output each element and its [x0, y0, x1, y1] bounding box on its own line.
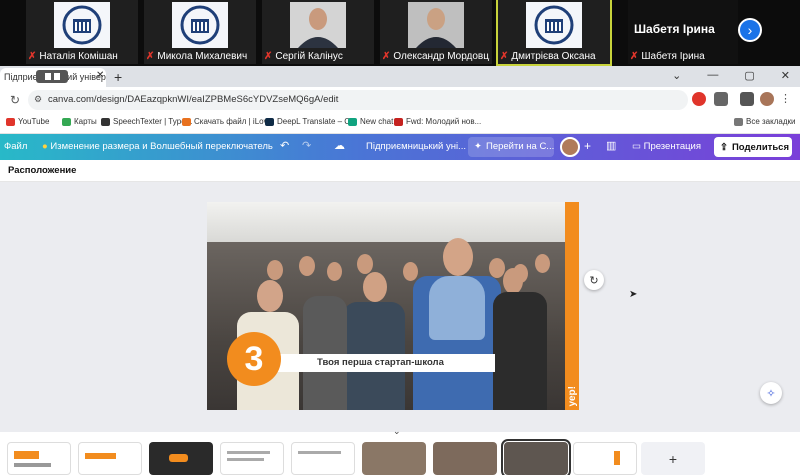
page-thumbnail[interactable] — [7, 442, 71, 475]
sparkle-icon: ✦ — [474, 141, 482, 152]
participant-name: ✗ Олександр Мордовц... — [382, 51, 490, 62]
slide-photo-ceiling — [207, 202, 565, 242]
address-bar: ↻ ⚙ canva.com/design/DAEazqpknWI/eaIZPBM… — [0, 87, 800, 113]
chevron-down-icon[interactable]: ⌄ — [393, 426, 401, 437]
mic-off-icon: ✗ — [28, 51, 37, 62]
participant-tile-no-video[interactable]: Шабетя Ірина ✗ Шабетя Ірина — [628, 0, 738, 64]
participant-display-name: Шабетя Ірина — [634, 22, 715, 36]
site-info-icon[interactable]: ⚙ — [34, 94, 42, 105]
file-menu[interactable]: Файл — [4, 141, 27, 152]
participant-tile-active[interactable]: ✗ Дмитрієва Оксана — [496, 0, 612, 66]
participant-tile[interactable]: ✗ Олександр Мордовц... — [380, 0, 492, 64]
participant-tile[interactable]: ✗ Микола Михалевич — [144, 0, 256, 64]
participant-name: ✗ Сергій Калінус — [264, 51, 343, 62]
mic-off-icon: ✗ — [382, 51, 391, 62]
participant-name: ✗ Шабетя Ірина — [630, 51, 705, 62]
collaborator-avatar[interactable] — [560, 137, 580, 157]
participant-video — [290, 2, 346, 48]
page-thumbnails: ⌄ + — [0, 426, 800, 475]
browser-window: Підприємницький університет ✕ + ⌄ — ▢ ✕ … — [0, 66, 800, 475]
bookmark-gmail[interactable]: Fwd: Молодий нов... — [394, 117, 481, 126]
tab-bar: Підприємницький університет ✕ + ⌄ — ▢ ✕ — [0, 66, 800, 87]
minimize-icon[interactable]: — — [707, 69, 718, 82]
university-logo — [54, 2, 110, 48]
analytics-icon[interactable]: ▥ — [606, 139, 616, 152]
go-to-button[interactable]: ✦ Перейти на С... — [468, 137, 554, 157]
mic-off-icon: ✗ — [264, 51, 273, 62]
page-thumbnail-selected[interactable] — [501, 439, 571, 475]
screen: ✗ Наталія Комішан ✗ Микола Михалевич ✗ Серг… — [0, 0, 800, 475]
canvas-area: уер! Твоя перша стартап-школа 3 ↻ ➤ ✧ — [0, 182, 800, 432]
present-button[interactable]: ▭ Презентация — [632, 141, 701, 152]
cloud-sync-icon: ☁ — [334, 140, 345, 152]
share-button[interactable]: ⇪ Поделиться — [714, 137, 792, 157]
url-field[interactable]: ⚙ canva.com/design/DAEazqpknWI/eaIZPBMeS… — [28, 90, 702, 110]
participant-name: ✗ Дмитрієва Оксана — [500, 51, 596, 62]
bookmark-maps[interactable]: Карты — [62, 117, 97, 126]
close-icon[interactable]: ✕ — [96, 70, 104, 81]
bookmark-ilovepdf[interactable]: Скачать файл | iLov... — [182, 117, 274, 126]
university-logo — [172, 2, 228, 48]
page-thumbnail[interactable] — [149, 442, 213, 475]
page-thumbnail[interactable] — [291, 442, 355, 475]
participant-tile[interactable]: ✗ Сергій Калінус — [262, 0, 374, 64]
mic-off-icon: ✗ — [630, 51, 639, 62]
university-logo — [526, 2, 582, 48]
maximize-icon[interactable]: ▢ — [744, 69, 754, 82]
mic-off-icon: ✗ — [146, 51, 155, 62]
undo-icon[interactable]: ↶ — [280, 139, 289, 152]
page-thumbnail[interactable] — [433, 442, 497, 475]
crown-icon: ● — [42, 141, 48, 152]
magic-assistant-icon[interactable]: ✧ — [760, 382, 782, 404]
close-window-icon[interactable]: ✕ — [781, 69, 790, 82]
all-bookmarks[interactable]: Все закладки — [734, 117, 795, 126]
context-toolbar: Расположение — [0, 160, 800, 182]
zoom-participant-strip: ✗ Наталія Комішан ✗ Микола Михалевич ✗ Серг… — [0, 0, 800, 66]
page-thumbnail[interactable] — [78, 442, 142, 475]
add-collaborator-icon[interactable]: + — [584, 139, 591, 153]
opera-icon[interactable] — [692, 92, 706, 106]
design-title[interactable]: Підприємницький уні... — [366, 141, 466, 152]
chevron-right-icon: › — [747, 22, 753, 38]
page-thumbnail[interactable] — [220, 442, 284, 475]
new-tab-button[interactable]: + — [114, 69, 122, 85]
rotate-icon[interactable]: ↻ — [584, 270, 604, 290]
mouse-cursor-icon: ➤ — [629, 289, 638, 300]
bookmark-speechtexter[interactable]: SpeechTexter | Type... — [101, 117, 192, 126]
monitor-icon: ▭ — [632, 141, 641, 152]
participant-name: ✗ Наталія Комішан — [28, 51, 118, 62]
share-control-icon[interactable] — [36, 70, 68, 83]
position-button[interactable]: Расположение — [8, 165, 76, 176]
next-page-button[interactable]: › — [738, 18, 762, 42]
page-thumbnail[interactable] — [573, 442, 637, 475]
more-menu-icon[interactable]: ⋮ — [780, 92, 794, 106]
bookmark-new-chat[interactable]: New chat — [348, 117, 393, 126]
slide-caption[interactable]: Твоя перша стартап-школа — [277, 354, 495, 372]
window-controls: ⌄ — ▢ ✕ — [672, 69, 790, 82]
add-page-button[interactable]: + — [641, 442, 705, 475]
canva-toolbar: Файл ● Изменение размера и Волшебный пер… — [0, 134, 800, 160]
bookmarks-bar: YouTube Карты SpeechTexter | Type... Ска… — [0, 113, 800, 134]
mic-off-icon: ✗ — [500, 51, 509, 62]
chevron-down-icon[interactable]: ⌄ — [672, 69, 681, 82]
resize-magic-switch-button[interactable]: ● Изменение размера и Волшебный переключ… — [42, 141, 273, 152]
bookmark-youtube[interactable]: YouTube — [6, 117, 49, 126]
extensions-icon[interactable] — [714, 92, 728, 106]
participant-name: ✗ Микола Михалевич — [146, 51, 248, 62]
page-thumbnail[interactable] — [362, 442, 426, 475]
bookmark-deepl[interactable]: DeepL Translate – С... — [265, 117, 357, 126]
slide-accent-stripe: уер! — [565, 202, 579, 410]
redo-icon[interactable]: ↷ — [302, 139, 311, 152]
slide[interactable]: уер! Твоя перша стартап-школа 3 — [207, 202, 579, 410]
slide-number-badge[interactable]: 3 — [227, 332, 281, 386]
participant-tile[interactable]: ✗ Наталія Комішан — [26, 0, 138, 64]
participant-video — [408, 2, 464, 48]
profile-avatar[interactable] — [760, 92, 774, 106]
reload-icon[interactable]: ↻ — [8, 93, 22, 107]
upload-icon: ⇪ — [720, 141, 728, 153]
sidebar-icon[interactable] — [740, 92, 754, 106]
